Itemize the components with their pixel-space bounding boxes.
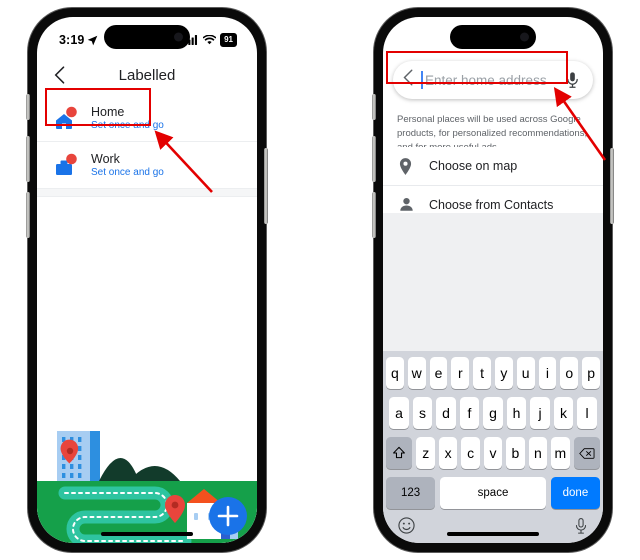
backspace-key[interactable] [573, 437, 600, 469]
map-places-illustration [37, 413, 257, 543]
work-list-row[interactable]: Work Set once and go [37, 142, 257, 189]
silent-switch[interactable] [26, 94, 30, 120]
key-a[interactable]: a [389, 397, 409, 429]
choose-on-map-label: Choose on map [429, 159, 518, 173]
key-v[interactable]: v [483, 437, 503, 469]
space-key[interactable]: space [440, 477, 546, 509]
microphone-icon[interactable] [565, 71, 581, 89]
home-indicator-right [447, 532, 539, 536]
keyboard-bottom-bar [386, 513, 600, 541]
phone-device-right: Enter home address Personal places will … [372, 8, 614, 552]
search-bar[interactable]: Enter home address [393, 61, 593, 99]
phone-device-left: 3:19 91 Labelled Home Set once and go Wo… [26, 8, 268, 552]
keyboard-row-2: a s d f g h j k l [386, 397, 600, 429]
key-s[interactable]: s [412, 397, 433, 429]
key-k[interactable]: k [553, 397, 574, 429]
choose-from-contacts-label: Choose from Contacts [429, 198, 554, 212]
key-b[interactable]: b [506, 437, 525, 469]
key-c[interactable]: c [461, 437, 480, 469]
dynamic-island-right [450, 25, 536, 49]
key-u[interactable]: u [516, 357, 535, 389]
screen-left: 3:19 91 Labelled Home Set once and go Wo… [37, 17, 257, 543]
home-list-row[interactable]: Home Set once and go [37, 95, 257, 142]
status-time: 3:19 [59, 33, 85, 47]
backspace-icon [578, 447, 595, 459]
home-row-title: Home [91, 105, 125, 119]
key-p[interactable]: p [582, 357, 600, 389]
nav-bar: Labelled [37, 55, 257, 95]
key-m[interactable]: m [551, 437, 570, 469]
text-caret [421, 71, 423, 89]
onscreen-keyboard: q w e r t y u i o p a s d f g h j k l z … [383, 351, 603, 543]
keyboard-row-1: q w e r t y u i o p [386, 357, 600, 389]
volume-down-button-right[interactable] [372, 192, 376, 238]
key-g[interactable]: g [483, 397, 503, 429]
shift-key[interactable] [386, 437, 413, 469]
home-pin-icon [51, 104, 79, 132]
keyboard-row-3: z x c v b n m [386, 437, 600, 469]
map-pin-icon [399, 158, 415, 175]
power-button-right[interactable] [610, 148, 614, 224]
power-button[interactable] [264, 148, 268, 224]
search-input-field[interactable]: Enter home address [421, 71, 557, 89]
battery-percentage: 91 [220, 33, 237, 47]
key-z[interactable]: z [416, 437, 435, 469]
work-row-title: Work [91, 152, 120, 166]
key-n[interactable]: n [528, 437, 548, 469]
numbers-key[interactable]: 123 [386, 477, 436, 509]
shift-up-icon [393, 446, 406, 459]
emoji-smiley-icon[interactable] [398, 517, 415, 539]
home-row-subtitle: Set once and go [91, 120, 164, 131]
key-l[interactable]: l [577, 397, 597, 429]
key-x[interactable]: x [438, 437, 458, 469]
key-t[interactable]: t [473, 357, 491, 389]
screen-right: Enter home address Personal places will … [383, 17, 603, 543]
dictation-microphone-icon[interactable] [574, 517, 588, 540]
done-key[interactable]: done [550, 477, 600, 509]
labelled-list: Home Set once and go Work Set once and g… [37, 95, 257, 197]
back-button-right[interactable] [403, 69, 413, 91]
person-icon [399, 197, 415, 213]
key-i[interactable]: i [538, 357, 557, 389]
key-d[interactable]: d [436, 397, 456, 429]
key-o[interactable]: o [560, 357, 579, 389]
list-section-divider [37, 189, 257, 197]
key-j[interactable]: j [530, 397, 550, 429]
search-header: Enter home address [383, 57, 603, 107]
work-pin-icon [51, 151, 79, 179]
key-q[interactable]: q [386, 357, 404, 389]
choose-on-map-option[interactable]: Choose on map [383, 147, 603, 186]
wifi-icon [203, 35, 217, 45]
search-placeholder-text: Enter home address [425, 72, 547, 88]
key-y[interactable]: y [495, 357, 513, 389]
volume-down-button[interactable] [26, 192, 30, 238]
chevron-left-icon [403, 69, 413, 86]
work-row-subtitle: Set once and go [91, 167, 164, 178]
key-f[interactable]: f [459, 397, 480, 429]
dynamic-island [104, 25, 190, 49]
location-arrow-icon [88, 35, 98, 45]
keyboard-row-4: 123 space done [386, 477, 600, 509]
key-r[interactable]: r [451, 357, 470, 389]
volume-up-button-right[interactable] [372, 136, 376, 182]
key-w[interactable]: w [407, 357, 426, 389]
page-title: Labelled [118, 66, 176, 84]
content-empty-area [383, 213, 603, 351]
key-e[interactable]: e [429, 357, 448, 389]
home-indicator-left [101, 532, 193, 536]
key-h[interactable]: h [506, 397, 527, 429]
volume-up-button[interactable] [26, 136, 30, 182]
silent-switch-right[interactable] [372, 94, 376, 120]
